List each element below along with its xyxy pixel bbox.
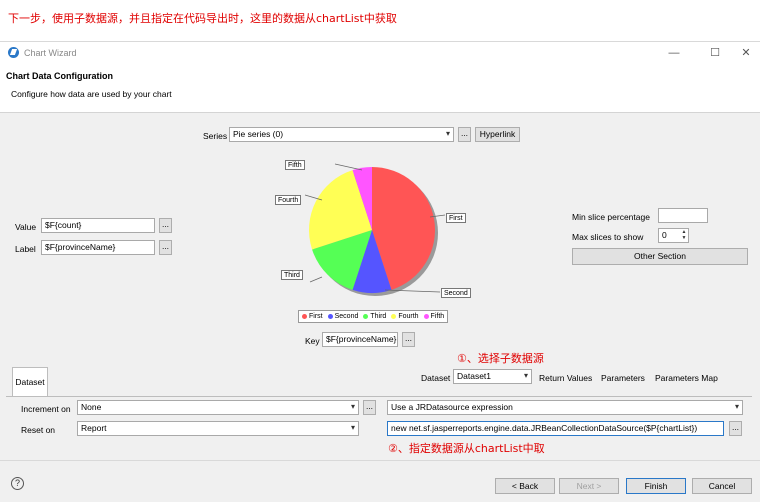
return-values-link[interactable]: Return Values xyxy=(539,373,592,383)
legend-swatch xyxy=(363,314,369,319)
datasource-type-value: Use a JRDatasource expression xyxy=(391,402,513,412)
parameters-map-link[interactable]: Parameters Map xyxy=(655,373,718,383)
value-label: Value xyxy=(15,222,37,232)
help-icon[interactable]: ? xyxy=(11,477,24,490)
legend-item-fourth: Fourth xyxy=(391,313,419,320)
datasource-more-button[interactable]: ... xyxy=(729,421,742,436)
leader-line-fifth xyxy=(334,163,363,171)
pie-slices xyxy=(304,163,446,296)
series-select-value: Pie series (0) xyxy=(233,129,284,139)
page-title: Chart Data Configuration xyxy=(6,71,113,81)
series-more-button[interactable]: ... xyxy=(458,127,471,142)
legend-swatch xyxy=(302,314,307,319)
window-title: Chart Wizard xyxy=(24,48,77,58)
increment-on-select[interactable]: None ▾ xyxy=(77,400,359,415)
chart-legend: First Second Third Fourth Fifth xyxy=(298,310,449,323)
max-slices-label: Max slices to show xyxy=(572,232,644,242)
reset-on-label: Reset on xyxy=(21,425,56,435)
legend-label: Second xyxy=(334,313,359,320)
annotation-step1: ①、选择子数据源 xyxy=(457,352,544,365)
parameters-link[interactable]: Parameters xyxy=(601,373,645,383)
dataset-select[interactable]: Dataset1 ▾ xyxy=(453,369,532,384)
series-select[interactable]: Pie series (0) ▾ xyxy=(229,127,454,142)
datasource-type-select[interactable]: Use a JRDatasource expression ▾ xyxy=(387,400,743,415)
legend-label: Fifth xyxy=(430,313,445,320)
legend-swatch xyxy=(391,314,397,319)
chart-wizard-window: Chart Wizard — ☐ ✕ Chart Data Configurat… xyxy=(0,41,760,502)
label-expression-field[interactable]: $F{provinceName} xyxy=(41,240,155,255)
legend-item-second: Second xyxy=(327,313,359,320)
dataset-select-value: Dataset1 xyxy=(457,371,492,381)
cancel-button[interactable]: Cancel xyxy=(692,478,752,494)
datasource-expression-field[interactable]: new net.sf.jasperreports.engine.data.JRB… xyxy=(387,421,724,436)
reset-on-select[interactable]: Report ▾ xyxy=(77,421,359,436)
page-description: Configure how data are used by your char… xyxy=(11,89,172,99)
wizard-header: Chart Data Configuration Configure how d… xyxy=(0,64,760,113)
series-label: Series xyxy=(203,131,228,141)
legend-item-fifth: Fifth xyxy=(423,313,445,320)
dataset-label: Dataset xyxy=(421,373,451,383)
legend-label: Third xyxy=(370,313,387,320)
tab-divider xyxy=(6,396,752,397)
chevron-down-icon: ▾ xyxy=(445,129,450,138)
back-button[interactable]: < Back xyxy=(495,478,555,494)
min-slice-input[interactable] xyxy=(658,208,708,223)
key-more-button[interactable]: ... xyxy=(402,332,415,347)
chevron-down-icon: ▾ xyxy=(350,423,355,432)
value-more-button[interactable]: ... xyxy=(159,218,172,233)
chevron-down-icon: ▾ xyxy=(734,402,739,411)
reset-on-value: Report xyxy=(81,423,107,433)
app-icon xyxy=(8,47,19,58)
value-expression-field[interactable]: $F{count} xyxy=(41,218,155,233)
annotation-step2: ②、指定数据源从chartList中取 xyxy=(388,442,545,455)
spinner-arrows[interactable]: ▲ ▼ xyxy=(680,229,688,242)
hyperlink-button[interactable]: Hyperlink xyxy=(475,127,520,142)
increment-on-value: None xyxy=(81,402,102,412)
legend-label: First xyxy=(309,313,323,320)
legend-item-third: Third xyxy=(363,313,386,320)
key-expression-field[interactable]: $F{provinceName} xyxy=(322,332,398,347)
tab-dataset[interactable]: Dataset xyxy=(12,367,48,396)
next-button[interactable]: Next > xyxy=(559,478,619,494)
annotation-top: 下一步，使用子数据源，并且指定在代码导出时，这里的数据从chartList中获取 xyxy=(8,12,397,25)
slice-label-third: Third xyxy=(281,270,303,280)
increment-on-label: Increment on xyxy=(21,404,71,414)
minimize-button[interactable]: — xyxy=(660,45,688,61)
chevron-down-icon: ▾ xyxy=(523,371,528,380)
legend-label: Fourth xyxy=(398,313,419,320)
legend-swatch xyxy=(423,314,429,319)
title-bar: Chart Wizard — ☐ ✕ xyxy=(0,42,760,64)
increment-more-button[interactable]: ... xyxy=(363,400,376,415)
close-button[interactable]: ✕ xyxy=(732,45,760,61)
leader-line-third xyxy=(309,276,323,283)
min-slice-label: Min slice percentage xyxy=(572,212,650,222)
label-more-button[interactable]: ... xyxy=(159,240,172,255)
key-label: Key xyxy=(305,336,320,346)
legend-item-first: First xyxy=(302,313,323,320)
slice-label-fourth: Fourth xyxy=(275,195,302,205)
chevron-down-icon[interactable]: ▼ xyxy=(680,235,688,241)
other-section-button[interactable]: Other Section xyxy=(572,248,748,265)
finish-button[interactable]: Finish xyxy=(626,478,686,494)
maximize-button[interactable]: ☐ xyxy=(701,45,729,61)
slice-label-first: First xyxy=(446,213,466,223)
legend-swatch xyxy=(327,314,333,319)
slice-label-fifth: Fifth xyxy=(285,160,305,170)
label-label: Label xyxy=(15,244,36,254)
footer-divider xyxy=(0,460,760,461)
pie-chart xyxy=(304,163,446,296)
chevron-down-icon: ▾ xyxy=(350,402,355,411)
slice-label-second: Second xyxy=(441,288,471,298)
